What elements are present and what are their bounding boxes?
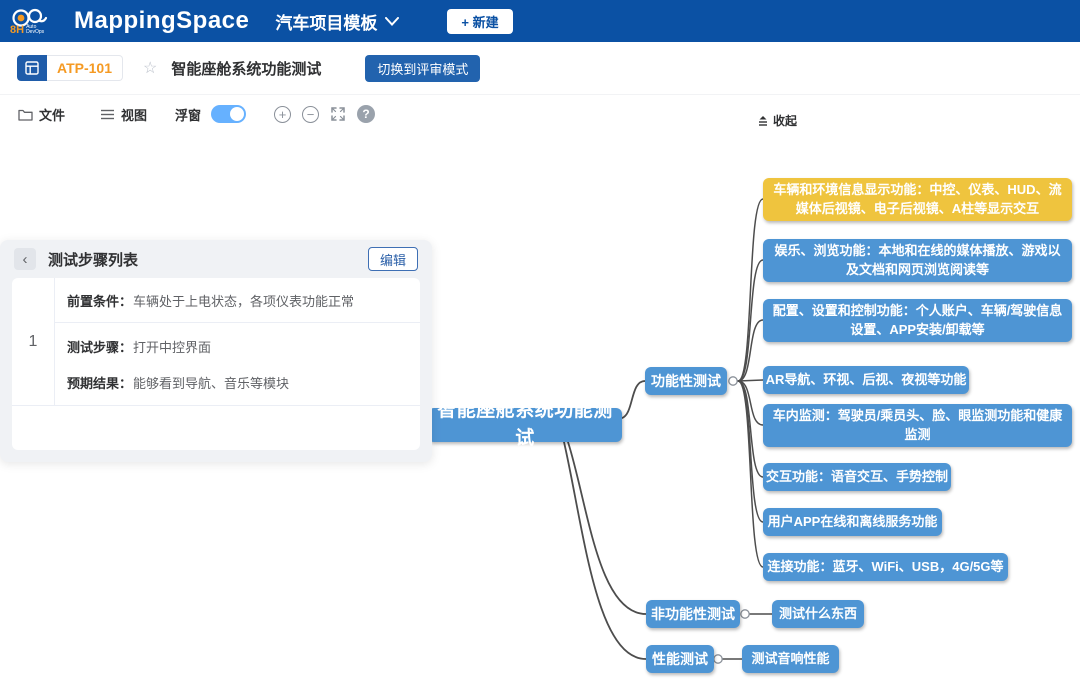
test-step-row: 测试步骤： 打开中控界面	[55, 328, 420, 364]
precondition-row: 前置条件： 车辆处于上电状态，各项仪表功能正常	[55, 278, 420, 323]
toggle-knob	[230, 107, 244, 121]
collapse-label: 收起	[773, 112, 797, 129]
canvas-toolbar: 文件 视图 浮窗 + − ?	[0, 95, 1080, 133]
mindmap-node-display-functions[interactable]: 车辆和环境信息显示功能：中控、仪表、HUD、流媒体后视镜、电子后视镜、A柱等显示…	[763, 178, 1072, 221]
fit-screen-button[interactable]	[330, 106, 346, 122]
folder-icon	[18, 108, 33, 121]
project-name: 汽车项目模板	[275, 9, 377, 34]
precondition-label: 前置条件：	[67, 291, 133, 310]
logo-8h-label: 8H	[10, 25, 24, 36]
expand-arrows-icon	[330, 106, 346, 122]
app-logo: 8H AutoDevOps	[10, 7, 62, 36]
branch-handle-functional[interactable]	[729, 377, 737, 385]
float-window-control: 浮窗	[175, 105, 246, 124]
panel-title: 测试步骤列表	[48, 249, 138, 270]
mindmap-node-user-app[interactable]: 用户APP在线和离线服务功能	[763, 508, 942, 536]
test-step-value: 打开中控界面	[133, 337, 211, 356]
mindmap-root-node[interactable]: 智能座舱系统功能测试	[428, 408, 622, 442]
branch-handle-nonfunctional[interactable]	[741, 610, 749, 618]
mindmap-doc-icon	[17, 55, 47, 81]
brand-title: MappingSpace	[74, 7, 249, 35]
doc-id: ATP-101	[47, 55, 123, 81]
expected-result-row: 预期结果： 能够看到导航、音乐等模块	[55, 364, 420, 400]
mindmap-branch-nonfunctional[interactable]: 非功能性测试	[646, 600, 740, 628]
chevron-down-icon	[385, 17, 399, 26]
mindmap-node-ar-navigation[interactable]: AR导航、环视、后视、夜视等功能	[763, 366, 969, 394]
file-menu[interactable]: 文件	[18, 105, 65, 124]
collapse-all-button[interactable]: 收起	[757, 112, 797, 129]
switch-review-mode-button[interactable]: 切换到评审模式	[365, 55, 480, 82]
test-steps-panel: ‹ 测试步骤列表 编辑 1 前置条件： 车辆处于上电状态，各项仪表功能正常 测试…	[0, 240, 432, 462]
file-menu-label: 文件	[39, 105, 65, 124]
panel-header: ‹ 测试步骤列表 编辑	[0, 240, 432, 278]
top-app-bar: 8H AutoDevOps MappingSpace 汽车项目模板 + 新建	[0, 0, 1080, 42]
mindmap-node-cabin-monitoring[interactable]: 车内监测：驾驶员/乘员头、脸、眼监测功能和健康监测	[763, 404, 1072, 447]
logo-sub-label: AutoDevOps	[26, 25, 44, 36]
zoom-out-button[interactable]: −	[302, 106, 319, 123]
expected-result-value: 能够看到导航、音乐等模块	[133, 373, 289, 392]
float-window-toggle[interactable]	[211, 105, 246, 123]
document-title-bar: ATP-101 ☆ 智能座舱系统功能测试 切换到评审模式	[0, 42, 1080, 95]
precondition-value: 车辆处于上电状态，各项仪表功能正常	[133, 291, 354, 310]
step-number: 1	[12, 278, 55, 405]
view-menu-label: 视图	[121, 105, 147, 124]
help-button[interactable]: ?	[357, 105, 375, 123]
view-menu[interactable]: 视图	[100, 105, 147, 124]
doc-id-badge: ATP-101	[17, 55, 123, 81]
test-steps-card: 1 前置条件： 车辆处于上电状态，各项仪表功能正常 测试步骤： 打开中控界面 预…	[12, 278, 420, 450]
mindmap-node-interaction[interactable]: 交互功能：语音交互、手势控制	[763, 463, 951, 491]
back-button[interactable]: ‹	[14, 248, 36, 270]
favorite-star-icon[interactable]: ☆	[143, 58, 157, 78]
mindmap-node-settings[interactable]: 配置、设置和控制功能：个人账户、车辆/驾驶信息设置、APP安装/卸载等	[763, 299, 1072, 342]
document-title: 智能座舱系统功能测试	[171, 58, 321, 79]
float-window-label: 浮窗	[175, 105, 201, 124]
zoom-in-button[interactable]: +	[274, 106, 291, 123]
mindmap-node-audio-performance[interactable]: 测试音响性能	[742, 645, 839, 673]
mindmap-node-test-what[interactable]: 测试什么东西	[772, 600, 864, 628]
branch-handle-performance[interactable]	[714, 655, 722, 663]
project-selector[interactable]: 汽车项目模板	[275, 9, 399, 34]
mindmap-branch-functional[interactable]: 功能性测试	[645, 367, 727, 395]
test-step-label: 测试步骤：	[67, 337, 133, 356]
mindmap-node-entertainment[interactable]: 娱乐、浏览功能：本地和在线的媒体播放、游戏以及文档和网页浏览阅读等	[763, 239, 1072, 282]
mindmap-branch-performance[interactable]: 性能测试	[646, 645, 714, 673]
list-view-icon	[100, 108, 115, 121]
test-steps-table: 1 前置条件： 车辆处于上电状态，各项仪表功能正常 测试步骤： 打开中控界面 预…	[12, 278, 420, 406]
mindmap-node-connectivity[interactable]: 连接功能：蓝牙、WiFi、USB，4G/5G等	[763, 553, 1008, 581]
new-button[interactable]: + 新建	[447, 9, 512, 34]
collapse-icon	[757, 115, 769, 127]
expected-result-label: 预期结果：	[67, 373, 133, 392]
edit-button[interactable]: 编辑	[368, 247, 418, 271]
